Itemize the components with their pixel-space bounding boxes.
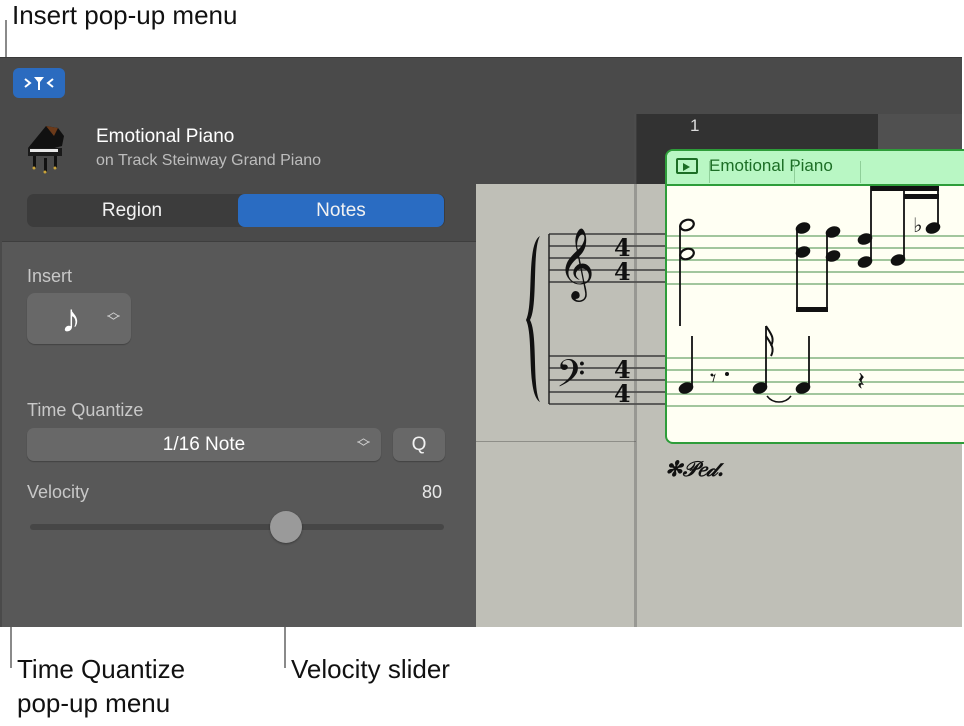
pedal-marking: ✻𝒫𝑒𝒹. (665, 456, 725, 481)
bass-time-sig-bottom: 4 (614, 379, 631, 408)
region-notation: ♭ 𝄾 𝄽 (667, 186, 964, 407)
callout-time-quantize: Time Quantize pop-up menu (17, 652, 185, 720)
region-name: Emotional Piano (96, 126, 235, 147)
region-header[interactable]: Emotional Piano (667, 151, 964, 186)
logic-window: Emotional Piano on Track Steinway Grand … (0, 57, 964, 627)
bass-clef-icon: 𝄢 (556, 351, 586, 405)
tab-notes[interactable]: Notes (238, 194, 444, 227)
catch-filter-button[interactable] (13, 68, 65, 98)
time-quantize-value: 1/16 Note (162, 434, 246, 455)
midi-region[interactable]: Emotional Piano ♭ 𝄾 𝄽 (665, 149, 964, 444)
chevron-updown-icon: ︿ ﹀ (357, 430, 371, 455)
tie (766, 395, 792, 403)
tab-region[interactable]: Region (27, 194, 237, 227)
callout-insert-popup: Insert pop-up menu (12, 0, 238, 30)
velocity-label: Velocity (27, 482, 90, 502)
catch-filter-icon (24, 77, 54, 90)
treble-time-sig-bottom: 4 (614, 257, 631, 286)
editor-column-divider[interactable] (634, 114, 637, 627)
region-beat-tick (794, 161, 795, 183)
brace-icon (526, 236, 540, 402)
region-treble-lines (667, 235, 964, 285)
chevron-updown-icon: ︿ ﹀ (107, 304, 121, 329)
inspector-panel: Emotional Piano on Track Steinway Grand … (2, 58, 476, 627)
treble-notes: ♭ (679, 186, 941, 326)
insert-label: Insert (27, 266, 73, 286)
inspector-header: Emotional Piano on Track Steinway Grand … (2, 58, 476, 241)
region-notes-segmented-control: Region Notes (27, 194, 445, 227)
eighth-rest-icon: 𝄾 (710, 364, 716, 392)
velocity-slider-track[interactable] (30, 524, 444, 530)
quarter-rest-icon: 𝄽 (857, 367, 865, 397)
play-region-icon[interactable] (676, 158, 698, 174)
bass-notes: 𝄾 𝄽 (678, 325, 865, 403)
region-beat-tick (860, 161, 861, 183)
insert-popup-menu[interactable]: ♪ ︿ ﹀ (27, 293, 131, 344)
region-title: Emotional Piano (709, 156, 833, 175)
beam (796, 307, 828, 312)
half-note (679, 247, 695, 261)
flat-icon: ♭ (913, 213, 922, 237)
callout-velocity-slider: Velocity slider (291, 654, 450, 684)
callout-time-quantize-line1: Time Quantize (17, 654, 186, 684)
track-name: on Track Steinway Grand Piano (96, 152, 322, 169)
treble-clef-icon: 𝄞 (558, 226, 595, 302)
staff-header: 𝄞 𝄢 4 4 4 4 (526, 226, 666, 408)
eighth-note-icon: ♪ (61, 297, 81, 341)
quantize-button[interactable]: Q (393, 428, 445, 461)
grand-piano-icon (28, 126, 64, 174)
bar-number: 1 (690, 116, 700, 135)
callout-time-quantize-line2: pop-up menu (17, 688, 171, 718)
half-note (679, 218, 695, 232)
region-beat-tick (709, 161, 710, 183)
velocity-value: 80 (421, 482, 442, 502)
time-quantize-popup-menu[interactable]: 1/16 Note ︿ ﹀ (27, 428, 381, 461)
beam (904, 194, 939, 199)
time-quantize-label: Time Quantize (27, 400, 144, 420)
beam (871, 186, 939, 191)
velocity-slider-thumb[interactable] (269, 511, 302, 543)
